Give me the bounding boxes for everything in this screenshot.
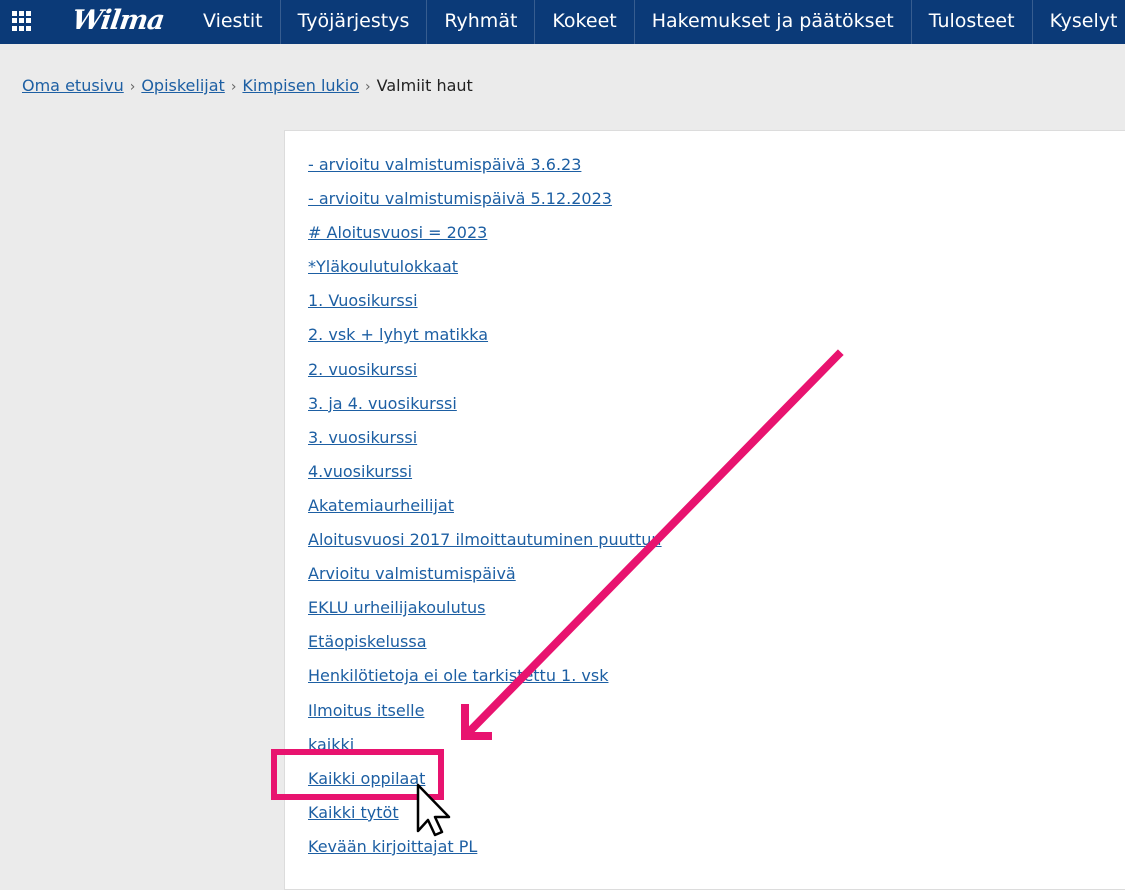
nav-item-kyselyt[interactable]: Kyselyt (1031, 0, 1125, 44)
saved-search-link[interactable]: - arvioitu valmistumispäivä 3.6.23 (308, 155, 581, 174)
breadcrumb-separator: › (129, 79, 136, 95)
list-item: 3. vuosikurssi (308, 424, 662, 458)
breadcrumb: Oma etusivu › Opiskelijat › Kimpisen lukio › V… (22, 76, 473, 95)
list-item: - arvioitu valmistumispäivä 3.6.23 (308, 151, 662, 185)
list-item: - arvioitu valmistumispäivä 5.12.2023 (308, 185, 662, 219)
list-item: 4.vuosikurssi (308, 458, 662, 492)
list-item: *Yläkoulutulokkaat (308, 253, 662, 287)
list-item: 3. ja 4. vuosikurssi (308, 390, 662, 424)
list-item: Henkilötietoja ei ole tarkistettu 1. vsk (308, 662, 662, 696)
nav-item-tulosteet[interactable]: Tulosteet (910, 0, 1032, 44)
nav-item-hakemukset[interactable]: Hakemukset ja päätökset (633, 0, 911, 44)
saved-search-link[interactable]: Arvioitu valmistumispäivä (308, 564, 516, 583)
saved-search-link[interactable]: Aloitusvuosi 2017 ilmoittautuminen puutt… (308, 530, 662, 549)
saved-search-link[interactable]: Etäopiskelussa (308, 632, 427, 651)
list-item: Arvioitu valmistumispäivä (308, 560, 662, 594)
saved-search-link[interactable]: - arvioitu valmistumispäivä 5.12.2023 (308, 189, 612, 208)
saved-search-link-kaikki-oppilaat[interactable]: Kaikki oppilaat (308, 769, 425, 788)
saved-search-link[interactable]: *Yläkoulutulokkaat (308, 257, 458, 276)
top-navigation-bar: Wilma Viestit Työjärjestys Ryhmät Kokeet… (0, 0, 1125, 44)
list-item: EKLU urheilijakoulutus (308, 594, 662, 628)
list-item: # Aloitusvuosi = 2023 (308, 219, 662, 253)
apps-grid-icon[interactable] (12, 11, 32, 31)
nav-item-ryhmat[interactable]: Ryhmät (426, 0, 534, 44)
list-item-highlighted: Kaikki oppilaat (308, 765, 662, 799)
saved-search-link[interactable]: 3. ja 4. vuosikurssi (308, 394, 457, 413)
nav-item-viestit[interactable]: Viestit (186, 0, 280, 44)
breadcrumb-current: Valmiit haut (376, 76, 473, 95)
saved-search-link[interactable]: 4.vuosikurssi (308, 462, 412, 481)
breadcrumb-separator: › (230, 79, 237, 95)
breadcrumb-separator: › (365, 79, 371, 95)
breadcrumb-link-opiskelijat[interactable]: Opiskelijat (141, 76, 224, 95)
list-item: Kevään kirjoittajat PL (308, 833, 662, 867)
list-item: Ilmoitus itselle (308, 697, 662, 731)
list-item: 1. Vuosikurssi (308, 287, 662, 321)
list-item: kaikki (308, 731, 662, 765)
saved-search-link[interactable]: Akatemiaurheilijat (308, 496, 454, 515)
saved-search-link[interactable]: Ilmoitus itselle (308, 701, 424, 720)
breadcrumb-link-oma-etusivu[interactable]: Oma etusivu (22, 76, 124, 95)
saved-search-link[interactable]: EKLU urheilijakoulutus (308, 598, 485, 617)
saved-search-link[interactable]: Henkilötietoja ei ole tarkistettu 1. vsk (308, 666, 608, 685)
saved-search-link[interactable]: 2. vsk + lyhyt matikka (308, 325, 488, 344)
list-item: 2. vsk + lyhyt matikka (308, 321, 662, 355)
saved-search-link[interactable]: Kaikki tytöt (308, 803, 399, 822)
list-item: Aloitusvuosi 2017 ilmoittautuminen puutt… (308, 526, 662, 560)
main-nav: Viestit Työjärjestys Ryhmät Kokeet Hakem… (186, 0, 1125, 44)
nav-item-tyojarjestys[interactable]: Työjärjestys (279, 0, 427, 44)
saved-search-link[interactable]: 3. vuosikurssi (308, 428, 417, 447)
breadcrumb-link-kimpisen-lukio[interactable]: Kimpisen lukio (242, 76, 359, 95)
list-item: Etäopiskelussa (308, 628, 662, 662)
saved-search-link[interactable]: 2. vuosikurssi (308, 360, 417, 379)
saved-search-link[interactable]: Kevään kirjoittajat PL (308, 837, 477, 856)
saved-searches-list: - arvioitu valmistumispäivä 3.6.23 - arv… (308, 151, 662, 867)
saved-search-link[interactable]: kaikki (308, 735, 354, 754)
wilma-logo[interactable]: Wilma (69, 3, 166, 41)
saved-search-link[interactable]: # Aloitusvuosi = 2023 (308, 223, 487, 242)
list-item: Akatemiaurheilijat (308, 492, 662, 526)
list-item: Kaikki tytöt (308, 799, 662, 833)
list-item: 2. vuosikurssi (308, 356, 662, 390)
saved-search-link[interactable]: 1. Vuosikurssi (308, 291, 418, 310)
nav-item-kokeet[interactable]: Kokeet (534, 0, 633, 44)
